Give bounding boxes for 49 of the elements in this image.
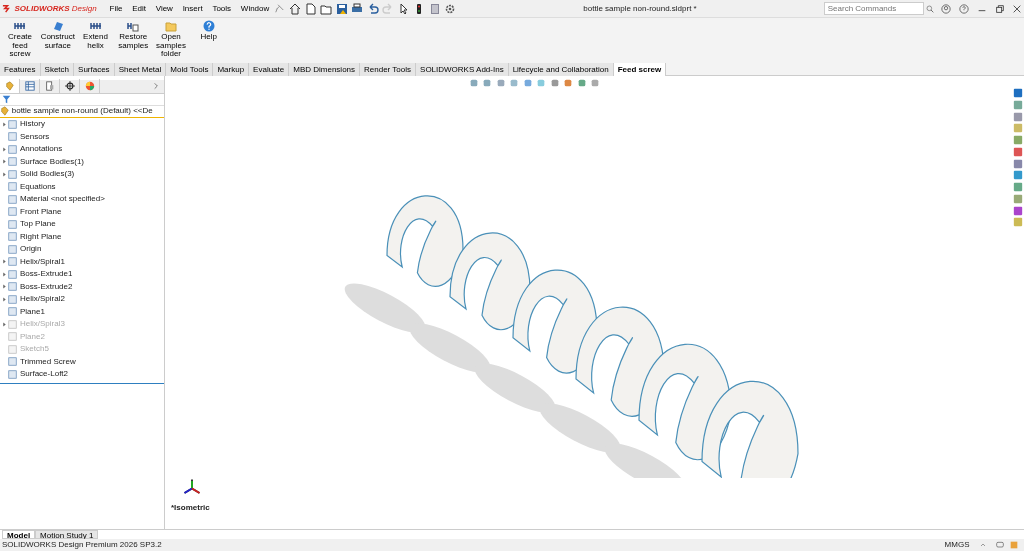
ribbon-tab[interactable]: Render Tools <box>360 63 417 76</box>
ribbon-button[interactable]: Create feed screw <box>2 20 38 61</box>
ribbon-tab[interactable]: Mold Tools <box>166 63 214 76</box>
ribbon-tab[interactable]: Lifecycle and Collaboration <box>508 63 614 76</box>
tree-root[interactable]: bottle sample non-round (Default) <<De <box>11 105 153 118</box>
tree-item[interactable]: Surface-Loft2 <box>0 368 164 381</box>
app-logo: SOLIDWORKS Design <box>14 2 97 15</box>
tree-item[interactable]: Sensors <box>0 130 164 143</box>
ribbon-button[interactable]: Restore samples <box>115 20 152 61</box>
ribbon-tab[interactable]: Feed screw <box>613 63 667 76</box>
status-text: SOLIDWORKS Design Premium 2026 SP3.2 <box>2 539 163 551</box>
tree-item[interactable]: Material <not specified> <box>0 193 164 206</box>
ribbon-button[interactable]: Open samples folder <box>153 20 189 61</box>
ribbon-tab[interactable]: Features <box>0 63 41 76</box>
tree-item[interactable]: Annotations <box>0 143 164 156</box>
document-title: bottle sample non-round.sldprt * <box>582 2 698 15</box>
tree-item[interactable]: Solid Bodies(3) <box>0 168 164 181</box>
tree-item[interactable]: Right Plane <box>0 230 164 243</box>
tree-item[interactable]: History <box>0 118 164 131</box>
ribbon-button[interactable]: Construct surface <box>39 20 76 61</box>
ribbon-tab[interactable]: Markup <box>213 63 250 76</box>
tree-item[interactable]: Plane1 <box>0 305 164 318</box>
help-button[interactable]: Help <box>190 20 227 61</box>
tree-item[interactable]: Helix/Spiral1 <box>0 255 164 268</box>
tree-item[interactable]: Boss-Extrude2 <box>0 280 164 293</box>
menu-item[interactable]: View <box>151 2 177 15</box>
view-orientation-label: *Isometric <box>171 502 211 514</box>
ribbon-tab[interactable]: MBD Dimensions <box>289 63 361 76</box>
ribbon-tab[interactable]: Surfaces <box>74 63 115 76</box>
ribbon-tab[interactable]: Sheet Metal <box>114 63 167 76</box>
tree-item[interactable]: Front Plane <box>0 205 164 218</box>
ribbon-tab[interactable]: Sketch <box>40 63 75 76</box>
tree-item[interactable]: Surface Bodies(1) <box>0 155 164 168</box>
tree-item[interactable]: Origin <box>0 243 164 256</box>
tree-item[interactable]: Equations <box>0 180 164 193</box>
menu-item[interactable]: File <box>105 2 127 15</box>
ribbon-tab[interactable]: SOLIDWORKS Add-Ins <box>416 63 509 76</box>
ribbon-button[interactable]: Extend helix <box>77 20 114 61</box>
menu-item[interactable]: Window <box>236 2 274 15</box>
tree-item[interactable]: Trimmed Screw <box>0 355 164 368</box>
ribbon-tab[interactable]: Evaluate <box>249 63 290 76</box>
tree-item[interactable]: Top Plane <box>0 218 164 231</box>
units-label[interactable]: MMGS <box>944 539 970 551</box>
menu-item[interactable]: Edit <box>128 2 150 15</box>
menu-item[interactable]: Insert <box>178 2 207 15</box>
menu-item[interactable]: Tools <box>208 2 236 15</box>
tree-item[interactable]: Boss-Extrude1 <box>0 268 164 281</box>
search-field[interactable]: Search Commands <box>823 2 924 15</box>
tree-item[interactable]: Helix/Spiral2 <box>0 293 164 306</box>
